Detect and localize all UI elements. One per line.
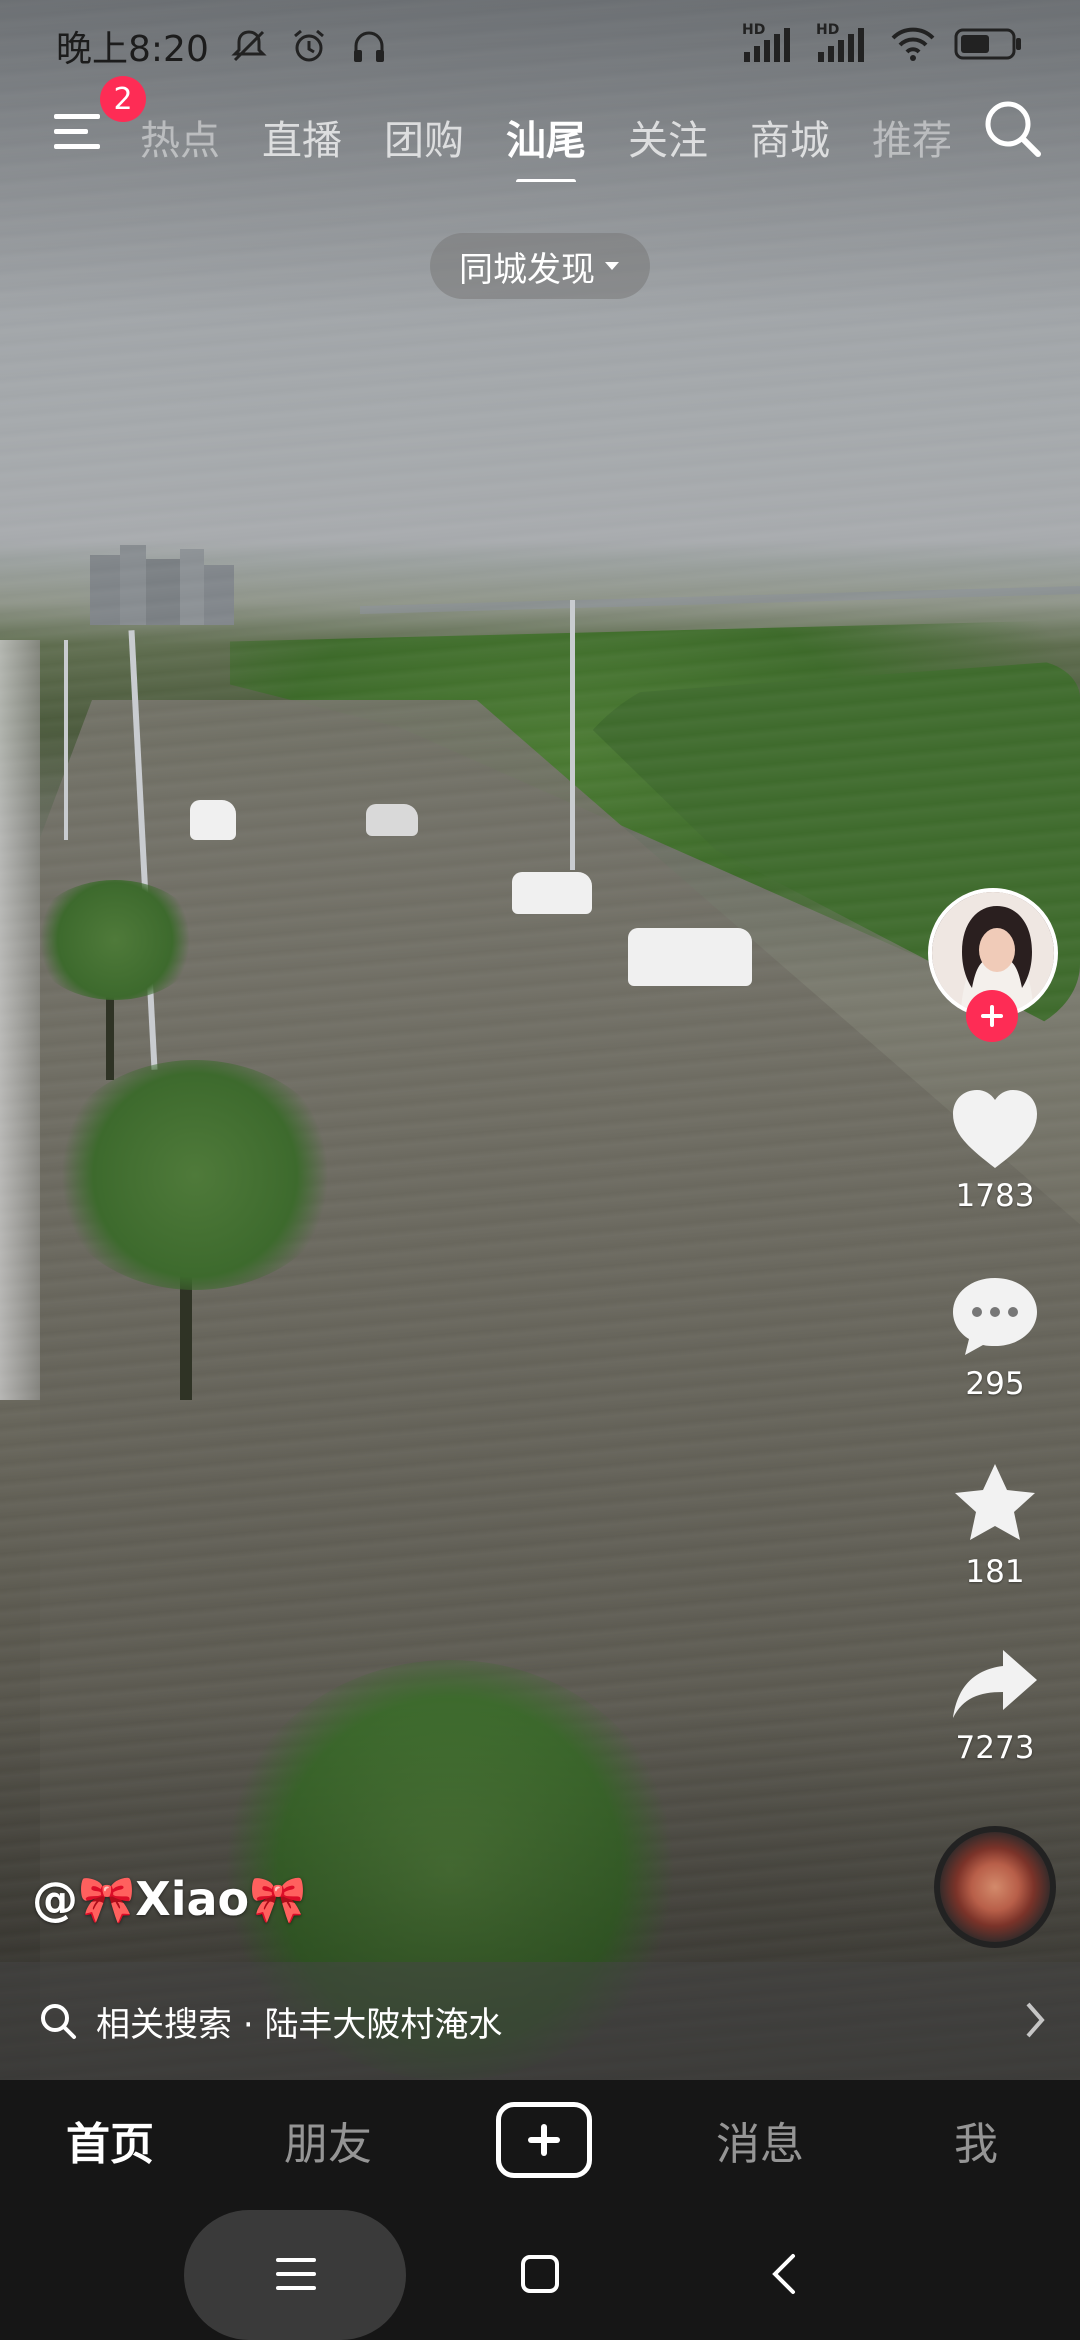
nav-friends[interactable]: 朋友 [284, 2108, 372, 2172]
flooded-car [512, 872, 592, 914]
tab-local[interactable]: 汕尾 [506, 108, 586, 182]
flooded-car [366, 804, 418, 836]
flooded-car [628, 928, 752, 986]
related-search-bar[interactable]: 相关搜索 · 陆丰大陂村淹水 [0, 1962, 1080, 2080]
headphones-icon [349, 26, 389, 66]
author-name[interactable]: @🎀Xiao🎀 [32, 1872, 306, 1927]
back-button[interactable] [754, 2244, 814, 2304]
status-right: HD HD [742, 22, 1024, 68]
star-icon [955, 1464, 1035, 1540]
music-disc[interactable] [934, 1826, 1056, 1948]
street-lamp [64, 640, 68, 840]
favorite-action[interactable]: 181 [920, 1460, 1070, 1590]
recent-apps-button[interactable] [266, 2244, 326, 2304]
alarm-icon [289, 26, 329, 66]
menu-icon [54, 114, 100, 149]
roadside-tree [50, 1060, 340, 1290]
comment-count: 295 [965, 1366, 1025, 1402]
top-tabs: 热点 直播 团购 汕尾 关注 商城 推荐 [140, 92, 960, 182]
create-post-button[interactable] [496, 2102, 592, 2178]
search-icon [985, 101, 1041, 157]
video-player[interactable] [0, 0, 1080, 2080]
chevron-right-icon [1026, 2002, 1045, 2038]
tab-live[interactable]: 直播 [262, 108, 342, 166]
flooded-car [190, 800, 236, 840]
battery-icon [954, 26, 1024, 66]
city-discover-dropdown[interactable]: 同城发现 [430, 233, 650, 299]
search-button[interactable] [980, 96, 1046, 162]
city-discover-label: 同城发现 [459, 249, 595, 290]
home-button[interactable] [510, 2244, 570, 2304]
plus-icon [528, 2124, 560, 2156]
caret-down-icon [605, 262, 619, 270]
signal-icon: HD [742, 22, 798, 66]
comment-action[interactable]: 295 [920, 1274, 1070, 1402]
related-search-prefix: 相关搜索 [96, 2004, 232, 2045]
tab-mall[interactable]: 商城 [750, 108, 830, 166]
tab-group-buy[interactable]: 团购 [384, 108, 464, 166]
status-time: 晚上8:20 [56, 29, 209, 70]
related-search-separator: · [242, 2004, 254, 2045]
network-type-label: HD [816, 22, 840, 38]
status-bar: 晚上8:20 HD HD [0, 0, 1080, 92]
nav-home[interactable]: 首页 [66, 2108, 154, 2172]
favorite-count: 181 [965, 1554, 1025, 1590]
mute-icon [229, 26, 269, 66]
plus-icon [981, 1005, 1003, 1027]
follow-plus-button[interactable] [966, 990, 1018, 1042]
network-type-label: HD [742, 22, 766, 38]
bottom-nav: 首页 朋友 消息 我 [0, 2080, 1080, 2200]
signal-icon: HD [816, 22, 872, 66]
nav-messages[interactable]: 消息 [716, 2108, 804, 2172]
share-count: 7273 [955, 1730, 1035, 1766]
status-left: 晚上8:20 [56, 20, 389, 72]
related-search-label: 相关搜索 · 陆丰大陂村淹水 [96, 1997, 502, 2046]
menu-lines-icon [276, 2258, 316, 2290]
nav-me[interactable]: 我 [954, 2108, 998, 2172]
tab-following[interactable]: 关注 [628, 108, 708, 166]
search-icon [41, 2004, 76, 2039]
heart-icon [953, 1090, 1037, 1168]
like-action[interactable]: 1783 [920, 1088, 1070, 1214]
back-chevron-icon [772, 2254, 795, 2294]
like-count: 1783 [955, 1178, 1035, 1214]
tab-hot[interactable]: 热点 [140, 108, 220, 166]
roadside-tree [30, 880, 200, 1000]
comment-icon [953, 1278, 1037, 1355]
wifi-icon [890, 24, 936, 68]
system-nav-bar [0, 2200, 1080, 2340]
top-nav: 热点 直播 团购 汕尾 关注 商城 推荐 [0, 92, 1080, 182]
street-lamp [570, 600, 575, 870]
notification-badge: 2 [100, 76, 146, 122]
share-arrow-icon [953, 1650, 1037, 1718]
share-action[interactable]: 7273 [920, 1644, 1070, 1766]
related-search-query: 陆丰大陂村淹水 [264, 2004, 503, 2045]
tab-recommend[interactable]: 推荐 [872, 108, 952, 166]
square-icon [521, 2255, 559, 2293]
